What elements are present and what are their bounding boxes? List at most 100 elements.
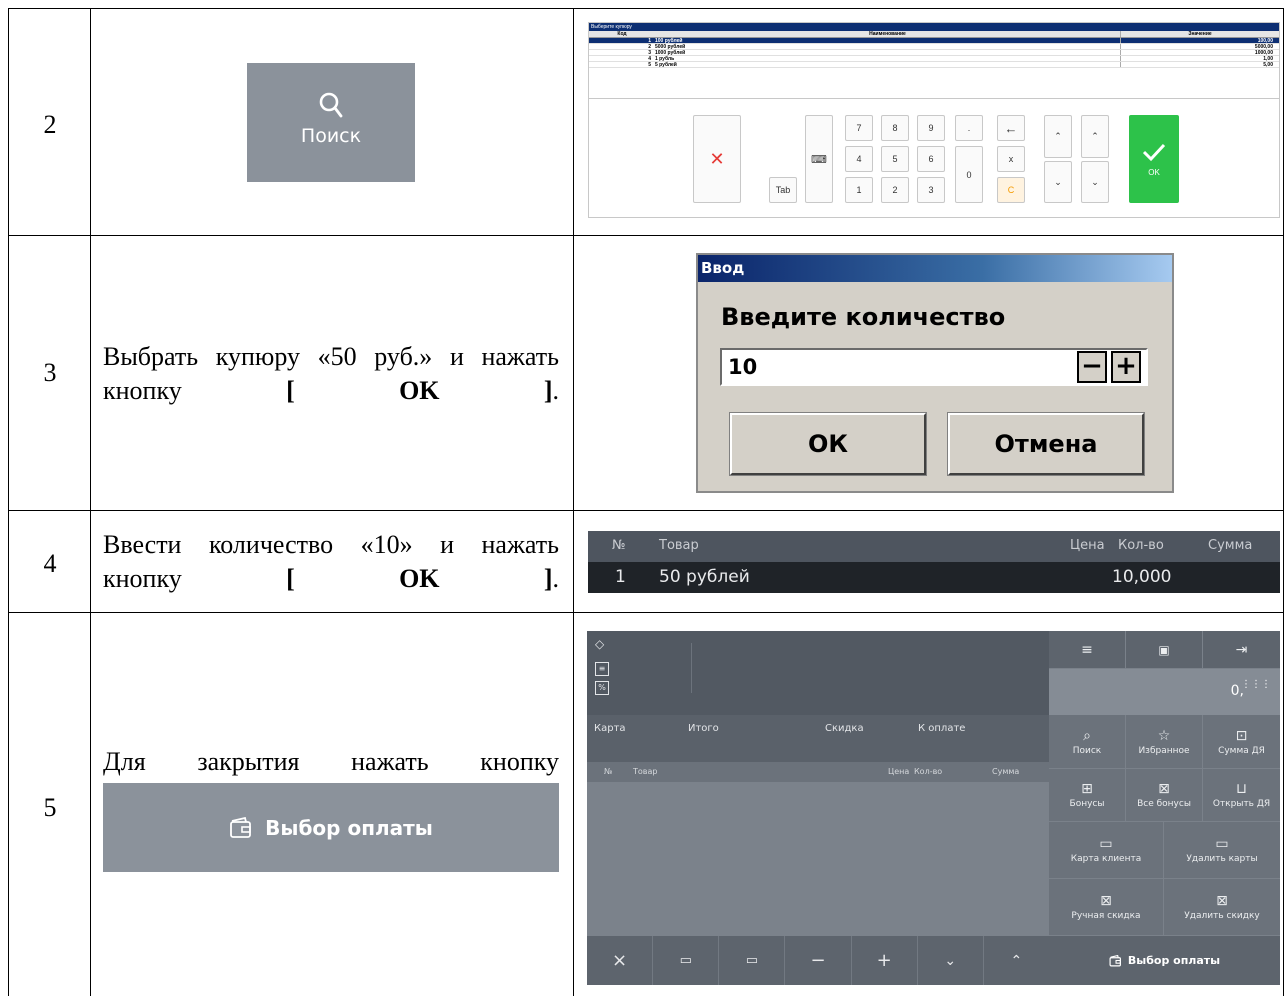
payment-choice-button[interactable]: Выбор оплаты: [103, 783, 559, 872]
down-icon[interactable]: ⌄: [1044, 161, 1072, 203]
table-line: [8, 235, 1284, 236]
clear-key[interactable]: C: [997, 177, 1025, 203]
open-dya-tile[interactable]: ⊔ Открыть ДЯ: [1203, 769, 1280, 822]
step-button-ref: [ OK ]: [286, 376, 553, 405]
table-line: [8, 8, 9, 996]
cell-code: 5: [648, 62, 651, 68]
close-icon[interactable]: ×: [587, 936, 654, 985]
key-1[interactable]: 1: [845, 177, 873, 203]
tab-key[interactable]: Tab: [769, 177, 797, 203]
table-header: Код Наименование Значение: [589, 31, 1279, 38]
column-header: Кол-во: [1118, 538, 1164, 553]
column-header: Сумма: [1208, 538, 1253, 553]
manual-discount-tile[interactable]: ⊠ Ручная скидка: [1049, 879, 1164, 936]
ok-button[interactable]: OK: [1129, 115, 1179, 203]
cancel-button[interactable]: Отмена: [947, 412, 1145, 476]
keypad-icon[interactable]: ⋮⋮⋮: [1241, 680, 1271, 690]
edit-price-icon[interactable]: ▭: [653, 936, 720, 985]
percent-icon[interactable]: %: [595, 681, 609, 695]
list-icon[interactable]: ≡: [595, 662, 609, 676]
key-3[interactable]: 3: [917, 177, 945, 203]
ok-button[interactable]: ОК: [729, 412, 927, 476]
wallet-icon: [1109, 954, 1121, 966]
key-4[interactable]: 4: [845, 146, 873, 172]
step-description: Для закрытия нажать кнопку: [103, 745, 559, 779]
all-bonuses-tile[interactable]: ⊠ Все бонусы: [1126, 769, 1203, 822]
key-9[interactable]: 9: [917, 115, 945, 141]
summary-total: Итого: [688, 723, 719, 734]
key-2[interactable]: 2: [881, 177, 909, 203]
card-icon: ▭: [1099, 836, 1113, 852]
bonuses-tile[interactable]: ⊞ Бонусы: [1049, 769, 1126, 822]
column-header: Код: [617, 31, 627, 37]
search-label: Поиск: [300, 125, 362, 147]
chevron-up-icon[interactable]: ⌃: [984, 936, 1049, 985]
table-line: [8, 8, 1284, 9]
up-icon[interactable]: ⌃: [1044, 115, 1072, 158]
window-icon[interactable]: ▣: [1126, 631, 1203, 669]
search-button[interactable]: Поиск: [247, 63, 415, 182]
key-8[interactable]: 8: [881, 115, 909, 141]
cancel-x-button[interactable]: ✕: [693, 115, 741, 203]
edit-quantity-icon[interactable]: ▭: [719, 936, 786, 985]
minus-button[interactable]: −: [1077, 351, 1107, 383]
cell-value: 5,00: [1263, 62, 1273, 68]
column-header: Наименование: [655, 31, 1121, 37]
client-card-tile[interactable]: ▭ Карта клиента: [1049, 822, 1164, 879]
summary-card: Карта: [594, 723, 626, 734]
table-row[interactable]: 1 50 рублей 10,000: [588, 562, 1280, 593]
search-tile[interactable]: ⌕ Поиск: [1049, 715, 1126, 769]
check-icon: [1142, 143, 1166, 161]
cell-value: 1,00: [1263, 56, 1273, 62]
tag-icon[interactable]: ◇: [595, 637, 609, 651]
dialog-title: Выберите купюру: [589, 23, 1279, 31]
remove-discount-tile[interactable]: ⊠ Удалить скидку: [1164, 879, 1280, 936]
minus-icon[interactable]: −: [785, 936, 852, 985]
pos-screen: ◇ ≡ % Карта Итого Скидка К оплате № Това…: [587, 631, 1280, 985]
plus-icon[interactable]: +: [852, 936, 918, 985]
column-header: Сумма: [992, 767, 1020, 776]
open-box-icon: ⊔: [1236, 781, 1247, 797]
key-dot[interactable]: .: [955, 115, 983, 141]
table-row[interactable]: 5 5 рублей 5,00: [589, 62, 1279, 68]
tile-label: Бонусы: [1069, 799, 1105, 809]
step-description: Выбрать купюру «50 руб.» и нажать кнопку…: [103, 340, 559, 408]
backspace-arrow-icon[interactable]: ←: [997, 115, 1025, 141]
favorites-tile[interactable]: ☆ Избранное: [1126, 715, 1203, 769]
payment-choice-button[interactable]: Выбор оплаты: [1049, 936, 1280, 985]
column-header: №: [612, 538, 626, 553]
search-icon: ⌕: [1083, 727, 1091, 744]
sum-dya-tile[interactable]: ⊡ Сумма ДЯ: [1203, 715, 1280, 769]
key-0[interactable]: 0: [955, 146, 983, 203]
quantity-dialog: Ввод Введите количество 10 − + ОК Отмена: [696, 253, 1174, 493]
dialog-prompt: Введите количество: [721, 303, 1006, 331]
column-header: Товар: [659, 538, 699, 553]
page-up-icon[interactable]: ⌃: [1081, 115, 1109, 158]
grid-header: № Товар Цена Кол-во Сумма: [587, 762, 1049, 782]
grid-body[interactable]: [587, 782, 1049, 936]
step-text: Для закрытия нажать кнопку: [103, 747, 559, 776]
key-5[interactable]: 5: [881, 146, 909, 172]
menu-icon[interactable]: ≡: [1049, 631, 1126, 669]
function-panel: ≡ ▣ ⇥ 0, ⋮⋮⋮ ⌕ Поиск ☆ Избранное ⊡ Сумма…: [1049, 631, 1280, 985]
summary-to-pay: К оплате: [918, 723, 966, 734]
column-header: Товар: [633, 767, 658, 776]
payment-choice-label: Выбор оплаты: [1127, 954, 1221, 967]
exit-icon[interactable]: ⇥: [1203, 631, 1280, 669]
card-remove-icon: ▭: [1215, 836, 1229, 852]
key-6[interactable]: 6: [917, 146, 945, 172]
plus-button[interactable]: +: [1111, 351, 1141, 383]
key-7[interactable]: 7: [845, 115, 873, 141]
chevron-down-icon[interactable]: ⌄: [918, 936, 984, 985]
remove-cards-tile[interactable]: ▭ Удалить карты: [1164, 822, 1280, 879]
cell-name: 100 рублей: [655, 38, 1121, 44]
page-down-icon[interactable]: ⌄: [1081, 161, 1109, 203]
row-number: 2: [43, 110, 57, 139]
step-tail: .: [552, 564, 560, 593]
tile-label: Открыть ДЯ: [1212, 799, 1271, 809]
key-x[interactable]: x: [997, 146, 1025, 172]
keyboard-icon[interactable]: ⌨: [805, 115, 833, 203]
step-description: Ввести количество «10» и нажать кнопку […: [103, 528, 559, 596]
bonus-icon: ⊞: [1081, 781, 1093, 797]
table-line: [8, 510, 1284, 511]
